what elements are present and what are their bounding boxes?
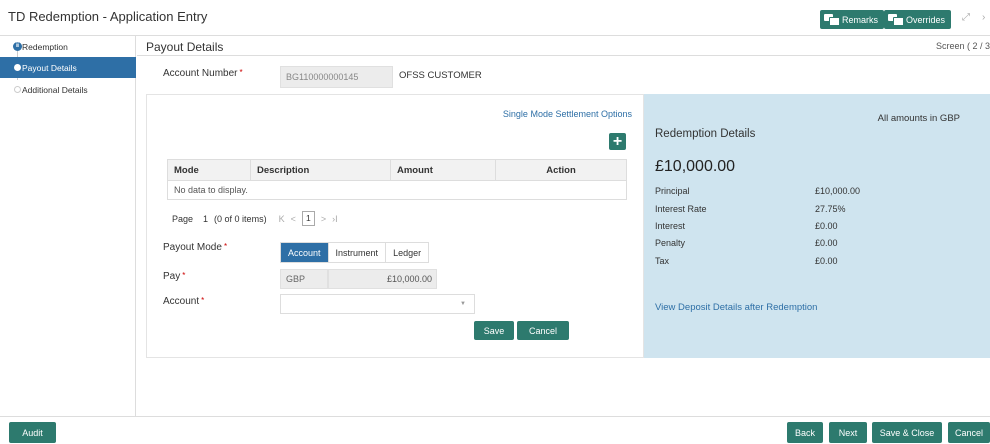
- remarks-label: Remarks: [842, 14, 879, 25]
- column-header-description[interactable]: Description: [251, 160, 391, 180]
- page-number: 1: [203, 213, 209, 224]
- step-sidebar: ⅲ Redemption Payout Details Additional D…: [0, 36, 136, 416]
- pay-currency-field[interactable]: GBP: [280, 269, 328, 289]
- audit-button[interactable]: Audit: [9, 422, 56, 443]
- chat-icon: [824, 14, 840, 26]
- screen-indicator: Screen ( 2 / 3: [935, 41, 990, 51]
- section-header: Payout Details Screen ( 2 / 3: [137, 36, 990, 56]
- step-current-icon: [14, 64, 21, 71]
- step-completed-icon: ⅲ: [13, 42, 22, 51]
- detail-label-principal: Principal: [655, 186, 690, 196]
- current-page-box[interactable]: 1: [301, 211, 315, 226]
- amounts-note: All amounts in GBP: [877, 113, 960, 124]
- chevron-down-icon: ▼: [460, 301, 466, 307]
- remarks-button[interactable]: Remarks: [820, 10, 885, 29]
- pagination: Page 1 (0 of 0 items) K < 1 > ›I: [172, 211, 338, 226]
- page-title: Payout Details: [146, 40, 224, 54]
- detail-label-penalty: Penalty: [655, 238, 686, 248]
- detail-label-tax: Tax: [655, 256, 670, 266]
- detail-label-interest-rate: Interest Rate: [655, 204, 707, 214]
- add-settlement-button[interactable]: +: [609, 133, 626, 150]
- title-bar: TD Redemption - Application Entry Remark…: [0, 0, 990, 36]
- sidebar-item-redemption[interactable]: ⅲ Redemption: [0, 36, 136, 57]
- sidebar-item-label: Additional Details: [22, 84, 88, 95]
- settlement-card: Single Mode Settlement Options + Mode De…: [146, 94, 644, 358]
- close-icon[interactable]: ›: [982, 12, 985, 23]
- last-page-icon[interactable]: ›I: [332, 214, 338, 224]
- account-label: Account *: [163, 296, 205, 307]
- detail-value-penalty: £0.00: [815, 238, 838, 248]
- mode-account-option[interactable]: Account: [281, 243, 329, 262]
- first-page-icon[interactable]: K: [279, 214, 285, 224]
- detail-value-interest-rate: 27.75%: [815, 204, 846, 214]
- redemption-total: £10,000.00: [655, 158, 736, 175]
- redemption-details-panel: All amounts in GBP Redemption Details £1…: [644, 94, 990, 358]
- next-button[interactable]: Next: [829, 422, 867, 443]
- detail-value-principal: £10,000.00: [815, 186, 861, 196]
- mode-ledger-option[interactable]: Ledger: [386, 243, 428, 262]
- mode-instrument-option[interactable]: Instrument: [329, 243, 387, 262]
- overrides-label: Overrides: [906, 14, 946, 25]
- column-header-action[interactable]: Action: [496, 160, 626, 180]
- column-header-mode[interactable]: Mode: [168, 160, 251, 180]
- save-button[interactable]: Save: [474, 321, 514, 340]
- detail-value-tax: £0.00: [815, 256, 838, 266]
- grid-header: Mode Description Amount Action: [167, 159, 627, 181]
- pay-amount-field[interactable]: £10,000.00: [328, 269, 437, 289]
- view-deposit-details-link[interactable]: View Deposit Details after Redemption: [655, 302, 817, 313]
- chat-icon: [888, 14, 904, 26]
- items-count: (0 of 0 items): [214, 213, 267, 224]
- sidebar-item-label: Redemption: [22, 41, 68, 52]
- footer-bar: Audit Back Next Save & Close Cancel: [0, 416, 990, 444]
- cancel-button[interactable]: Cancel: [517, 321, 569, 340]
- grid-empty-message: No data to display.: [167, 181, 627, 200]
- column-header-amount[interactable]: Amount: [391, 160, 496, 180]
- sidebar-item-additional-details[interactable]: Additional Details: [0, 79, 136, 100]
- account-select[interactable]: [280, 294, 475, 314]
- pay-label: Pay *: [163, 271, 186, 282]
- step-pending-icon: [14, 86, 21, 93]
- next-page-icon[interactable]: >: [321, 214, 326, 224]
- sidebar-item-label: Payout Details: [22, 62, 77, 73]
- save-close-button[interactable]: Save & Close: [872, 422, 942, 443]
- cancel-footer-button[interactable]: Cancel: [948, 422, 990, 443]
- back-button[interactable]: Back: [787, 422, 823, 443]
- overrides-button[interactable]: Overrides: [884, 10, 952, 29]
- settlement-grid: Mode Description Amount Action No data t…: [167, 159, 627, 200]
- account-number-field[interactable]: BG110000000145: [280, 66, 393, 88]
- account-number-label: Account Number *: [163, 68, 243, 79]
- main-content: Payout Details Screen ( 2 / 3 Account Nu…: [137, 36, 990, 416]
- prev-page-icon[interactable]: <: [291, 214, 296, 224]
- redemption-details-title: Redemption Details: [655, 128, 756, 140]
- detail-label-interest: Interest: [655, 221, 686, 231]
- single-mode-settlement-link[interactable]: Single Mode Settlement Options: [503, 109, 632, 119]
- payout-mode-toggle: Account Instrument Ledger: [280, 242, 430, 263]
- payout-mode-label: Payout Mode *: [163, 242, 228, 253]
- detail-value-interest: £0.00: [815, 221, 838, 231]
- sidebar-item-payout-details[interactable]: Payout Details: [0, 57, 136, 78]
- page-label: Page: [172, 213, 194, 224]
- account-name: OFSS CUSTOMER: [399, 70, 482, 81]
- maximize-icon[interactable]: ⤢: [962, 12, 970, 23]
- window-title: TD Redemption - Application Entry: [8, 9, 208, 24]
